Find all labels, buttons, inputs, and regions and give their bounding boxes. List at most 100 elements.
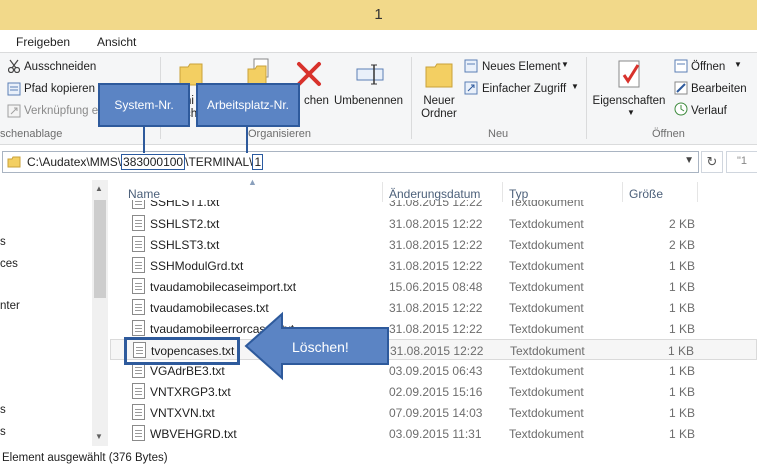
file-date: 31.08.2015 12:22 xyxy=(389,200,483,209)
file-date: 02.09.2015 15:16 xyxy=(389,385,483,399)
column-divider[interactable] xyxy=(622,182,623,202)
workstation-callout: Arbeitsplatz-Nr. xyxy=(196,83,300,127)
properties-button[interactable]: Eigenschaften xyxy=(592,95,666,108)
new-item-button[interactable]: Neues Element xyxy=(482,61,561,73)
workstation-connector xyxy=(246,127,248,153)
edit-button[interactable]: Bearbeiten xyxy=(691,83,747,95)
rename-icon[interactable] xyxy=(356,63,386,85)
file-size: 1 KB xyxy=(668,385,695,399)
organize-group-label: Organisieren xyxy=(248,128,311,140)
file-type: Textdokument xyxy=(509,406,584,420)
history-icon xyxy=(674,102,688,116)
open-dropdown-icon[interactable]: ▼ xyxy=(734,60,742,69)
group-separator xyxy=(586,57,587,139)
system-number-connector xyxy=(143,127,145,153)
history-button[interactable]: Verlauf xyxy=(691,105,727,117)
table-row[interactable]: SSHLST1.txt 31.08.2015 12:22 Textdokumen… xyxy=(110,200,757,212)
address-dropdown-icon[interactable]: ▼ xyxy=(684,155,694,166)
edit-icon xyxy=(674,81,688,95)
file-size: 1 KB xyxy=(668,301,695,315)
easy-access-icon xyxy=(464,81,478,95)
properties-icon[interactable] xyxy=(616,59,644,89)
new-folder-button[interactable]: Neuer Ordner xyxy=(416,95,462,121)
refresh-button[interactable]: ↻ xyxy=(701,151,723,173)
open-button[interactable]: Öffnen xyxy=(691,61,725,73)
copy-path-icon xyxy=(7,82,21,96)
file-type: Textdokument xyxy=(510,344,585,358)
address-path: C:\Audatex\MMS\ 383000100 \TERMINAL\ 1 xyxy=(27,154,264,170)
address-field[interactable]: C:\Audatex\MMS\ 383000100 \TERMINAL\ 1 ▼ xyxy=(2,151,699,173)
table-row[interactable]: VNTXRGP3.txt 02.09.2015 15:16 Textdokume… xyxy=(110,381,757,402)
file-type: Textdokument xyxy=(509,385,584,399)
ribbon-tabs: Freigeben Ansicht xyxy=(0,30,757,53)
table-row[interactable]: SSHLST3.txt 31.08.2015 12:22 Textdokumen… xyxy=(110,234,757,255)
column-divider[interactable] xyxy=(382,182,383,202)
status-text: Element ausgewählt (376 Bytes) xyxy=(2,452,168,464)
new-item-dropdown-icon[interactable]: ▼ xyxy=(561,60,569,69)
rename-button[interactable]: Umbenennen xyxy=(334,95,403,107)
tab-view[interactable]: Ansicht xyxy=(97,35,136,49)
column-size[interactable]: Größe xyxy=(629,187,663,201)
tab-share[interactable]: Freigeben xyxy=(16,35,70,49)
file-name: tvaudamobilecaseimport.txt xyxy=(150,280,297,294)
text-file-icon xyxy=(132,200,145,209)
paste-shortcut-button[interactable]: Verknüpfung e xyxy=(24,105,98,117)
file-date: 03.09.2015 11:31 xyxy=(389,427,482,441)
text-file-icon xyxy=(132,299,145,315)
table-row[interactable]: tvaudamobileerrorcases.txt 31.08.2015 12… xyxy=(110,318,757,339)
column-name[interactable]: Name xyxy=(128,187,160,201)
file-date: 31.08.2015 12:22 xyxy=(389,301,483,315)
window-title: 1 xyxy=(374,6,383,23)
text-file-icon xyxy=(132,383,145,399)
table-row[interactable]: SSHLST2.txt 31.08.2015 12:22 Textdokumen… xyxy=(110,213,757,234)
easy-access-button[interactable]: Einfacher Zugriff xyxy=(482,83,566,95)
text-file-icon xyxy=(132,257,145,273)
file-type: Textdokument xyxy=(509,259,584,273)
column-type[interactable]: Typ xyxy=(509,187,528,201)
text-file-icon xyxy=(132,236,145,252)
title-bar: 1 xyxy=(0,0,757,30)
file-name: SSHLST3.txt xyxy=(150,238,220,252)
table-row[interactable]: tvaudamobilecaseimport.txt 15.06.2015 08… xyxy=(110,276,757,297)
file-date: 07.09.2015 14:03 xyxy=(389,406,483,420)
search-input[interactable]: "1 xyxy=(726,151,757,173)
file-size: 1 KB xyxy=(668,364,695,378)
table-row[interactable]: VNTXVN.txt 07.09.2015 14:03 Textdokument… xyxy=(110,402,757,423)
file-highlight-box xyxy=(124,337,240,365)
file-size: 1 KB xyxy=(667,344,694,358)
scissors-icon xyxy=(8,59,20,73)
table-row[interactable]: tvaudamobilecases.txt 31.08.2015 12:22 T… xyxy=(110,297,757,318)
table-row[interactable]: SSHModulGrd.txt 31.08.2015 12:22 Textdok… xyxy=(110,255,757,276)
file-date: 03.09.2015 06:43 xyxy=(389,364,483,378)
file-type: Textdokument xyxy=(509,280,584,294)
file-type: Textdokument xyxy=(509,301,584,315)
shortcut-icon xyxy=(7,104,21,118)
scroll-up-icon[interactable]: ▲ xyxy=(95,184,103,193)
file-size: 2 KB xyxy=(668,217,695,231)
file-name: SSHLST1.txt xyxy=(150,200,220,209)
status-bar: Element ausgewählt (376 Bytes) xyxy=(0,446,757,470)
column-divider[interactable] xyxy=(502,182,503,202)
refresh-icon: ↻ xyxy=(706,154,718,169)
system-number-callout: System-Nr. xyxy=(98,83,190,127)
column-date[interactable]: Änderungsdatum xyxy=(389,187,480,201)
file-name: VNTXRGP3.txt xyxy=(150,385,231,399)
path-middle: \TERMINAL\ xyxy=(185,155,253,169)
file-date: 31.08.2015 12:22 xyxy=(390,344,484,358)
file-size: 1 KB xyxy=(668,406,695,420)
cut-button[interactable]: Ausschneiden xyxy=(24,61,96,73)
path-workstation-number: 1 xyxy=(252,154,264,170)
table-row[interactable]: WBVEHGRD.txt 03.09.2015 11:31 Textdokume… xyxy=(110,423,757,444)
file-name: WBVEHGRD.txt xyxy=(150,427,237,441)
properties-dropdown-icon[interactable]: ▼ xyxy=(627,108,635,117)
file-type: Textdokument xyxy=(509,200,584,209)
address-bar: C:\Audatex\MMS\ 383000100 \TERMINAL\ 1 ▼ ↻ … xyxy=(0,147,757,177)
easy-access-dropdown-icon[interactable]: ▼ xyxy=(571,82,579,91)
file-size: 1 KB xyxy=(668,280,695,294)
file-name: VGAdrBE3.txt xyxy=(150,364,225,378)
new-folder-icon[interactable] xyxy=(424,59,454,89)
column-divider[interactable] xyxy=(697,182,698,202)
file-date: 31.08.2015 12:22 xyxy=(389,217,483,231)
search-text: "1 xyxy=(737,155,748,167)
copy-path-button[interactable]: Pfad kopieren xyxy=(24,83,95,95)
